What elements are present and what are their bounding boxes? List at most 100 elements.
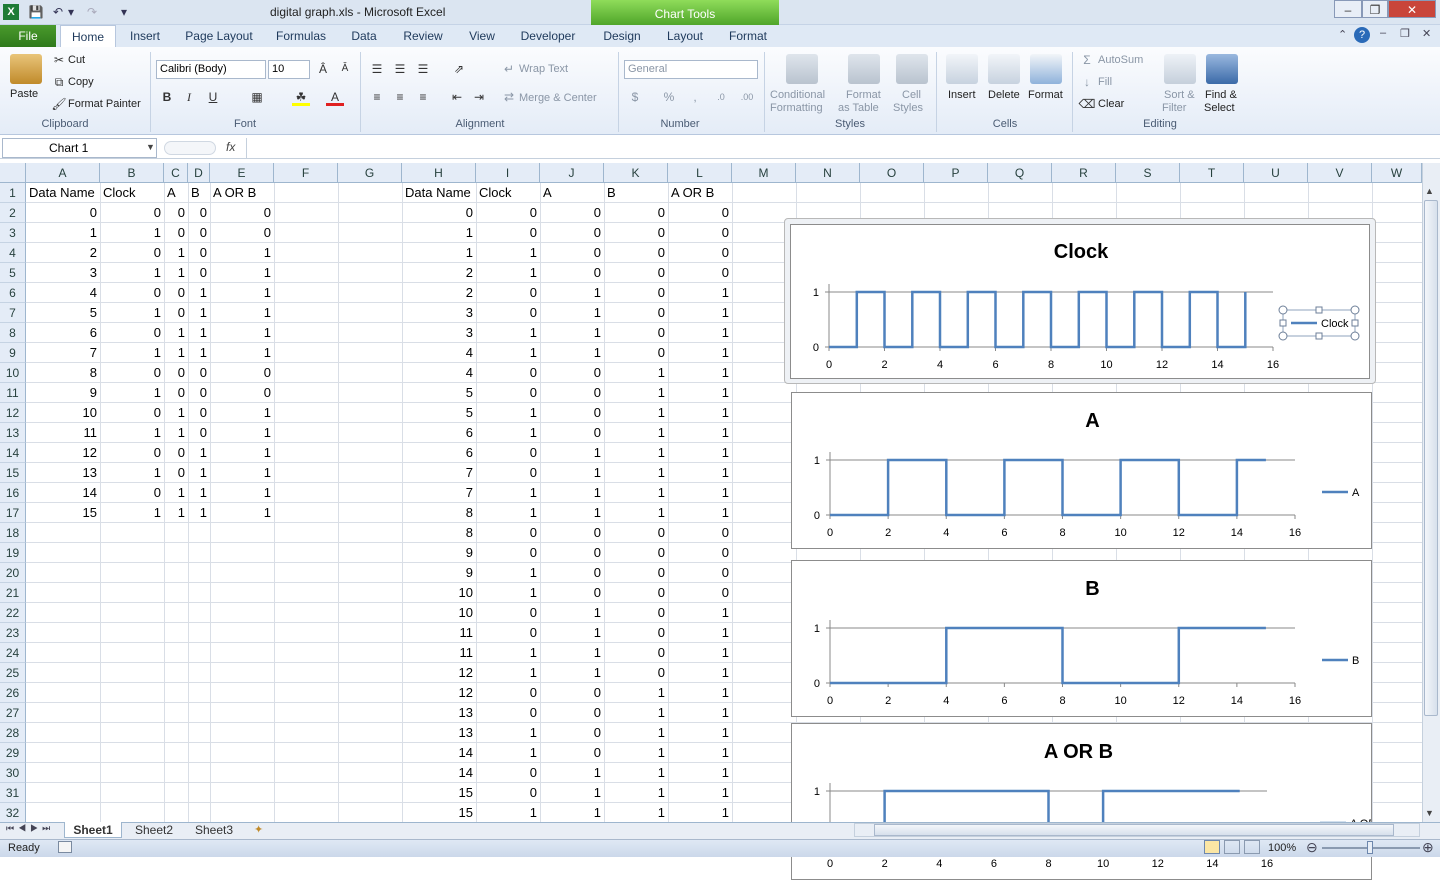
data-cell[interactable]: 0: [402, 203, 476, 223]
data-cell[interactable]: 5: [402, 403, 476, 423]
data-cell[interactable]: 1: [476, 583, 540, 603]
data-cell[interactable]: 1: [540, 343, 604, 363]
align-middle-icon[interactable]: ☰: [391, 60, 409, 78]
data-cell[interactable]: 14: [402, 743, 476, 763]
data-cell[interactable]: 0: [188, 243, 210, 263]
data-cell[interactable]: 0: [540, 703, 604, 723]
data-cell[interactable]: 1: [476, 803, 540, 823]
data-cell[interactable]: 15: [26, 503, 100, 523]
find-select-button[interactable]: Find &: [1205, 89, 1237, 101]
data-cell[interactable]: 0: [604, 643, 668, 663]
data-cell[interactable]: 1: [210, 243, 274, 263]
data-cell[interactable]: 0: [540, 743, 604, 763]
data-cell[interactable]: 0: [668, 583, 732, 603]
data-cell[interactable]: 0: [476, 303, 540, 323]
insert-sheet-icon[interactable]: ✦: [254, 823, 263, 836]
data-cell[interactable]: 0: [476, 363, 540, 383]
data-cell[interactable]: 0: [188, 263, 210, 283]
data-cell[interactable]: 8: [26, 363, 100, 383]
data-cell[interactable]: 11: [26, 423, 100, 443]
name-box-dropdown-icon[interactable]: ▼: [146, 142, 155, 152]
data-cell[interactable]: 1: [164, 323, 188, 343]
data-cell[interactable]: 0: [540, 363, 604, 383]
data-cell[interactable]: 1: [164, 243, 188, 263]
row-header-13[interactable]: 13: [0, 423, 26, 443]
row-header-25[interactable]: 25: [0, 663, 26, 683]
data-cell[interactable]: 1: [668, 423, 732, 443]
column-header-d[interactable]: D: [188, 163, 210, 183]
data-cell[interactable]: 0: [668, 563, 732, 583]
fill-color-icon[interactable]: ☘: [292, 88, 310, 106]
column-header-a[interactable]: A: [26, 163, 100, 183]
data-cell[interactable]: 1: [476, 563, 540, 583]
row-header-22[interactable]: 22: [0, 603, 26, 623]
column-header-b[interactable]: B: [100, 163, 164, 183]
data-cell[interactable]: 1: [210, 443, 274, 463]
header-cell[interactable]: Data Name: [402, 183, 476, 203]
macro-record-icon[interactable]: [58, 841, 72, 853]
data-cell[interactable]: 8: [402, 523, 476, 543]
data-cell[interactable]: 10: [402, 583, 476, 603]
column-header-g[interactable]: G: [338, 163, 402, 183]
b-chart[interactable]: B 0 1 0 2 4 6 8 10 12 14 16 B: [791, 560, 1372, 717]
data-cell[interactable]: 0: [476, 623, 540, 643]
normal-view-icon[interactable]: [1204, 840, 1220, 854]
data-cell[interactable]: 1: [188, 323, 210, 343]
data-cell[interactable]: 1: [668, 343, 732, 363]
data-cell[interactable]: 1: [476, 663, 540, 683]
data-cell[interactable]: 0: [164, 223, 188, 243]
scroll-down-icon[interactable]: ▼: [1425, 808, 1434, 818]
data-cell[interactable]: 1: [540, 623, 604, 643]
data-cell[interactable]: 5: [402, 383, 476, 403]
data-cell[interactable]: 0: [210, 363, 274, 383]
data-cell[interactable]: 0: [668, 523, 732, 543]
data-cell[interactable]: 1: [210, 403, 274, 423]
data-cell[interactable]: 1: [188, 463, 210, 483]
data-cell[interactable]: 0: [476, 763, 540, 783]
fill-button[interactable]: Fill: [1098, 76, 1112, 88]
column-header-m[interactable]: M: [732, 163, 796, 183]
data-cell[interactable]: 0: [604, 563, 668, 583]
tab-layout[interactable]: Layout: [660, 25, 710, 47]
data-cell[interactable]: 1: [210, 343, 274, 363]
row-header-4[interactable]: 4: [0, 243, 26, 263]
row-header-1[interactable]: 1: [0, 183, 26, 203]
data-cell[interactable]: 1: [540, 303, 604, 323]
align-top-icon[interactable]: ☰: [368, 60, 386, 78]
data-cell[interactable]: 13: [402, 723, 476, 743]
data-cell[interactable]: 1: [540, 763, 604, 783]
data-cell[interactable]: 9: [402, 563, 476, 583]
column-header-k[interactable]: K: [604, 163, 668, 183]
row-header-8[interactable]: 8: [0, 323, 26, 343]
data-cell[interactable]: 1: [188, 503, 210, 523]
row-header-20[interactable]: 20: [0, 563, 26, 583]
data-cell[interactable]: 0: [540, 263, 604, 283]
data-cell[interactable]: 15: [402, 803, 476, 823]
increase-decimal-icon[interactable]: .0: [712, 88, 730, 106]
data-cell[interactable]: 2: [402, 283, 476, 303]
data-cell[interactable]: 6: [402, 443, 476, 463]
data-cell[interactable]: 0: [188, 423, 210, 443]
data-cell[interactable]: 1: [540, 463, 604, 483]
data-cell[interactable]: 1: [668, 743, 732, 763]
data-cell[interactable]: 1: [604, 463, 668, 483]
header-cell[interactable]: A OR B: [668, 183, 732, 203]
clear-button[interactable]: Clear: [1098, 98, 1124, 110]
data-cell[interactable]: 1: [188, 303, 210, 323]
scroll-thumb[interactable]: [1424, 200, 1438, 716]
data-cell[interactable]: 0: [100, 363, 164, 383]
data-cell[interactable]: 9: [26, 383, 100, 403]
data-cell[interactable]: 0: [476, 443, 540, 463]
select-all-corner[interactable]: [0, 163, 26, 183]
data-cell[interactable]: 0: [164, 203, 188, 223]
row-header-9[interactable]: 9: [0, 343, 26, 363]
data-cell[interactable]: 1: [100, 303, 164, 323]
data-cell[interactable]: 0: [604, 223, 668, 243]
row-header-12[interactable]: 12: [0, 403, 26, 423]
column-header-w[interactable]: W: [1372, 163, 1422, 183]
data-cell[interactable]: 12: [402, 663, 476, 683]
name-box[interactable]: Chart 1: [2, 138, 157, 158]
workbook-close-icon[interactable]: ✕: [1422, 27, 1431, 40]
data-cell[interactable]: 1: [604, 783, 668, 803]
row-header-18[interactable]: 18: [0, 523, 26, 543]
